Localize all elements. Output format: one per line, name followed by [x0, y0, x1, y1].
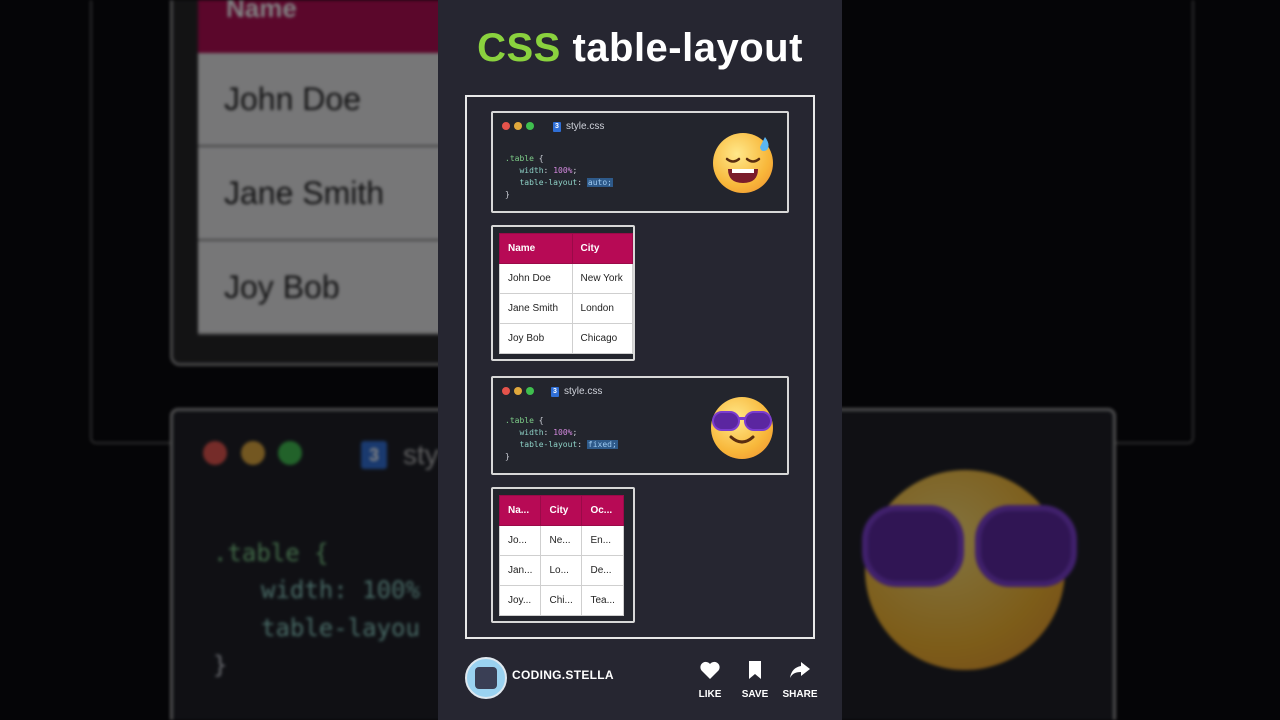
code-property: table-layout	[519, 440, 578, 449]
table-cell: Lo...	[540, 555, 583, 586]
table-cell: De...	[581, 555, 624, 586]
table-cell: Jane Smith	[499, 293, 573, 324]
table-header-cell: Name	[499, 233, 573, 264]
background-row-label: Joy Bob	[224, 269, 340, 305]
table-auto: Name City John Doe New York Jane Smith L…	[499, 233, 634, 354]
code-property: width	[519, 428, 544, 437]
table-header-row: Na... City Oc...	[498, 495, 624, 526]
table-cell: En...	[581, 525, 624, 556]
table-header-cell: City	[571, 233, 634, 264]
background-sunglasses-right-lens-icon	[975, 505, 1077, 587]
channel-avatar[interactable]	[465, 657, 507, 699]
sunglasses-face-svg	[712, 411, 772, 444]
code-property: table-layout	[519, 178, 578, 187]
table-fixed: Na... City Oc... Jo... Ne... En... Jan..…	[498, 495, 624, 616]
background-code-line: }	[213, 651, 228, 679]
maximize-dot-icon	[526, 122, 534, 130]
background-row-label: Jane Smith	[224, 175, 385, 211]
page-title: CSS table-layout	[438, 26, 842, 71]
background-minimize-dot-icon	[241, 441, 265, 465]
like-button[interactable]: LIKE	[688, 660, 732, 700]
code-brace: {	[533, 416, 544, 425]
background-code-line: table-layou	[261, 614, 420, 642]
table-cell: Tea...	[581, 585, 624, 616]
table-auto-container: Name City John Doe New York Jane Smith L…	[491, 225, 635, 361]
sunglasses-face-emoji-icon	[711, 397, 773, 459]
table-header-cell: Oc...	[581, 495, 624, 526]
table-cell: Joy...	[498, 585, 542, 616]
background-sunglasses-left-lens-icon	[862, 505, 964, 587]
table-fixed-container: Na... City Oc... Jo... Ne... En... Jan..…	[491, 487, 635, 623]
table-cell: Ne...	[540, 525, 583, 556]
code-window-auto: 3 style.css .table { width: 100%; table-…	[491, 111, 789, 213]
share-label: SHARE	[782, 689, 818, 700]
background-css-file-icon: 3	[361, 441, 387, 469]
css-file-icon: 3	[553, 122, 561, 132]
table-cell: John Doe	[499, 263, 573, 294]
code-block: .table { width: 100%; table-layout: fixe…	[505, 416, 618, 461]
background-code-line: .table {	[213, 539, 329, 567]
table-cell: Jan...	[498, 555, 542, 586]
maximize-dot-icon	[526, 387, 534, 395]
table-cell: New York	[571, 263, 634, 294]
background-header-label: Name	[226, 0, 297, 23]
share-button[interactable]: SHARE	[778, 660, 822, 700]
filename: style.css	[566, 121, 605, 132]
table-cell: Chicago	[571, 323, 634, 354]
table-header-cell: Na...	[498, 495, 542, 526]
content-frame: 3 style.css .table { width: 100%; table-…	[465, 95, 815, 639]
title-css-word: CSS	[477, 26, 561, 70]
video-panel: CSS table-layout 3 style.css .table { wi…	[438, 0, 842, 720]
background-maximize-dot-icon	[278, 441, 302, 465]
table-cell: Joy Bob	[499, 323, 573, 354]
background-table-header: Name	[198, 0, 468, 53]
channel-name[interactable]: CODING.STELLA	[512, 668, 614, 682]
like-label: LIKE	[698, 689, 722, 700]
table-row: Jan... Lo... De...	[498, 555, 624, 586]
table-cell: Chi...	[540, 585, 583, 616]
background-close-dot-icon	[203, 441, 227, 465]
code-window-fixed: 3 style.css .table { width: 100%; table-…	[491, 376, 789, 475]
code-brace: }	[505, 452, 510, 461]
table-row: Joy... Chi... Tea...	[498, 585, 624, 616]
minimize-dot-icon	[514, 122, 522, 130]
table-cell: Jo...	[498, 525, 542, 556]
filename: style.css	[564, 386, 603, 397]
background-filename: sty	[403, 439, 439, 470]
close-dot-icon	[502, 387, 510, 395]
title-rest: table-layout	[572, 26, 803, 70]
code-brace: }	[505, 190, 510, 199]
code-property: width	[519, 166, 544, 175]
code-highlighted-value: auto;	[586, 178, 613, 187]
bookmark-icon	[749, 661, 761, 679]
code-highlighted-value: fixed;	[586, 440, 618, 449]
robot-icon	[475, 667, 497, 689]
table-header-cell: City	[540, 495, 583, 526]
table-row: John Doe New York	[499, 263, 634, 294]
code-brace: {	[533, 154, 544, 163]
sweating-face-svg	[725, 137, 769, 183]
code-block: .table { width: 100%; table-layout: auto…	[505, 154, 613, 199]
table-row: Joy Bob Chicago	[499, 323, 634, 354]
minimize-dot-icon	[514, 387, 522, 395]
table-header-row: Name City	[499, 233, 634, 264]
share-arrow-icon	[790, 662, 810, 678]
background-code-line: width: 100%	[261, 576, 420, 604]
css-file-icon: 3	[551, 387, 559, 397]
code-value: 100%	[553, 166, 573, 175]
table-row: Jo... Ne... En...	[498, 525, 624, 556]
table-row: Jane Smith London	[499, 293, 634, 324]
save-label: SAVE	[741, 689, 769, 700]
background-row-label: John Doe	[224, 81, 361, 117]
code-selector: .table	[505, 416, 534, 425]
sweating-face-emoji-icon	[713, 133, 773, 193]
code-selector: .table	[505, 154, 534, 163]
heart-icon	[700, 661, 720, 679]
code-value: 100%	[553, 428, 573, 437]
save-button[interactable]: SAVE	[733, 660, 777, 700]
table-cell: London	[571, 293, 634, 324]
close-dot-icon	[502, 122, 510, 130]
